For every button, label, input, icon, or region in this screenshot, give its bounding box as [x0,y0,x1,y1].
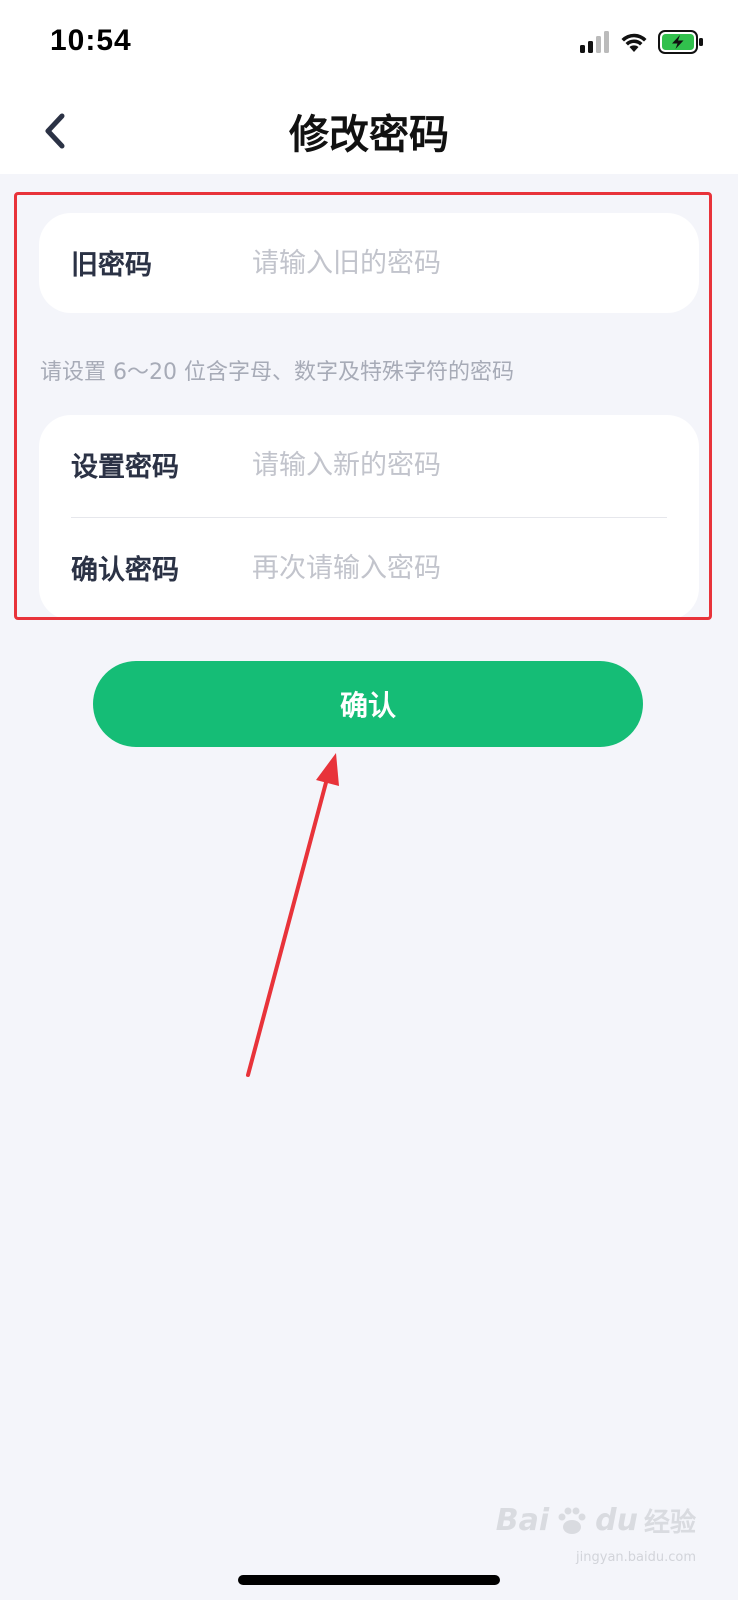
status-bar: 10:54 [0,0,738,88]
nav-bar: 修改密码 [0,88,738,174]
status-icons [580,30,704,54]
battery-charging-icon [658,30,703,54]
baidu-jingyan-watermark: Bai du 经验 [496,1502,696,1539]
watermark-cn: 经验 [643,1508,696,1538]
new-password-card: 设置密码 确认密码 [39,415,699,620]
home-indicator [238,1575,500,1585]
confirm-password-label: 确认密码 [71,555,179,586]
old-password-label: 旧密码 [71,250,152,281]
page-title: 修改密码 [289,112,449,158]
new-password-row: 设置密码 [39,415,699,515]
new-password-input[interactable] [252,437,672,493]
status-time: 10:54 [50,24,132,57]
signal-icon [580,31,609,53]
new-password-label: 设置密码 [71,452,179,483]
old-password-input[interactable] [252,235,672,291]
password-rule-hint: 请设置 6～20 位含字母、数字及特殊字符的密码 [40,360,514,385]
confirm-password-row: 确认密码 [39,518,699,618]
watermark-brand-tail: du [595,1503,638,1538]
paw-icon [558,1507,586,1534]
watermark-url: jingyan.baidu.com [576,1550,696,1565]
old-password-row: 旧密码 [39,213,699,313]
confirm-button[interactable]: 确认 [93,661,643,747]
old-password-card: 旧密码 [39,213,699,313]
watermark-brand: Bai [495,1503,550,1538]
confirm-password-input[interactable] [252,540,672,596]
wifi-icon [621,33,647,52]
